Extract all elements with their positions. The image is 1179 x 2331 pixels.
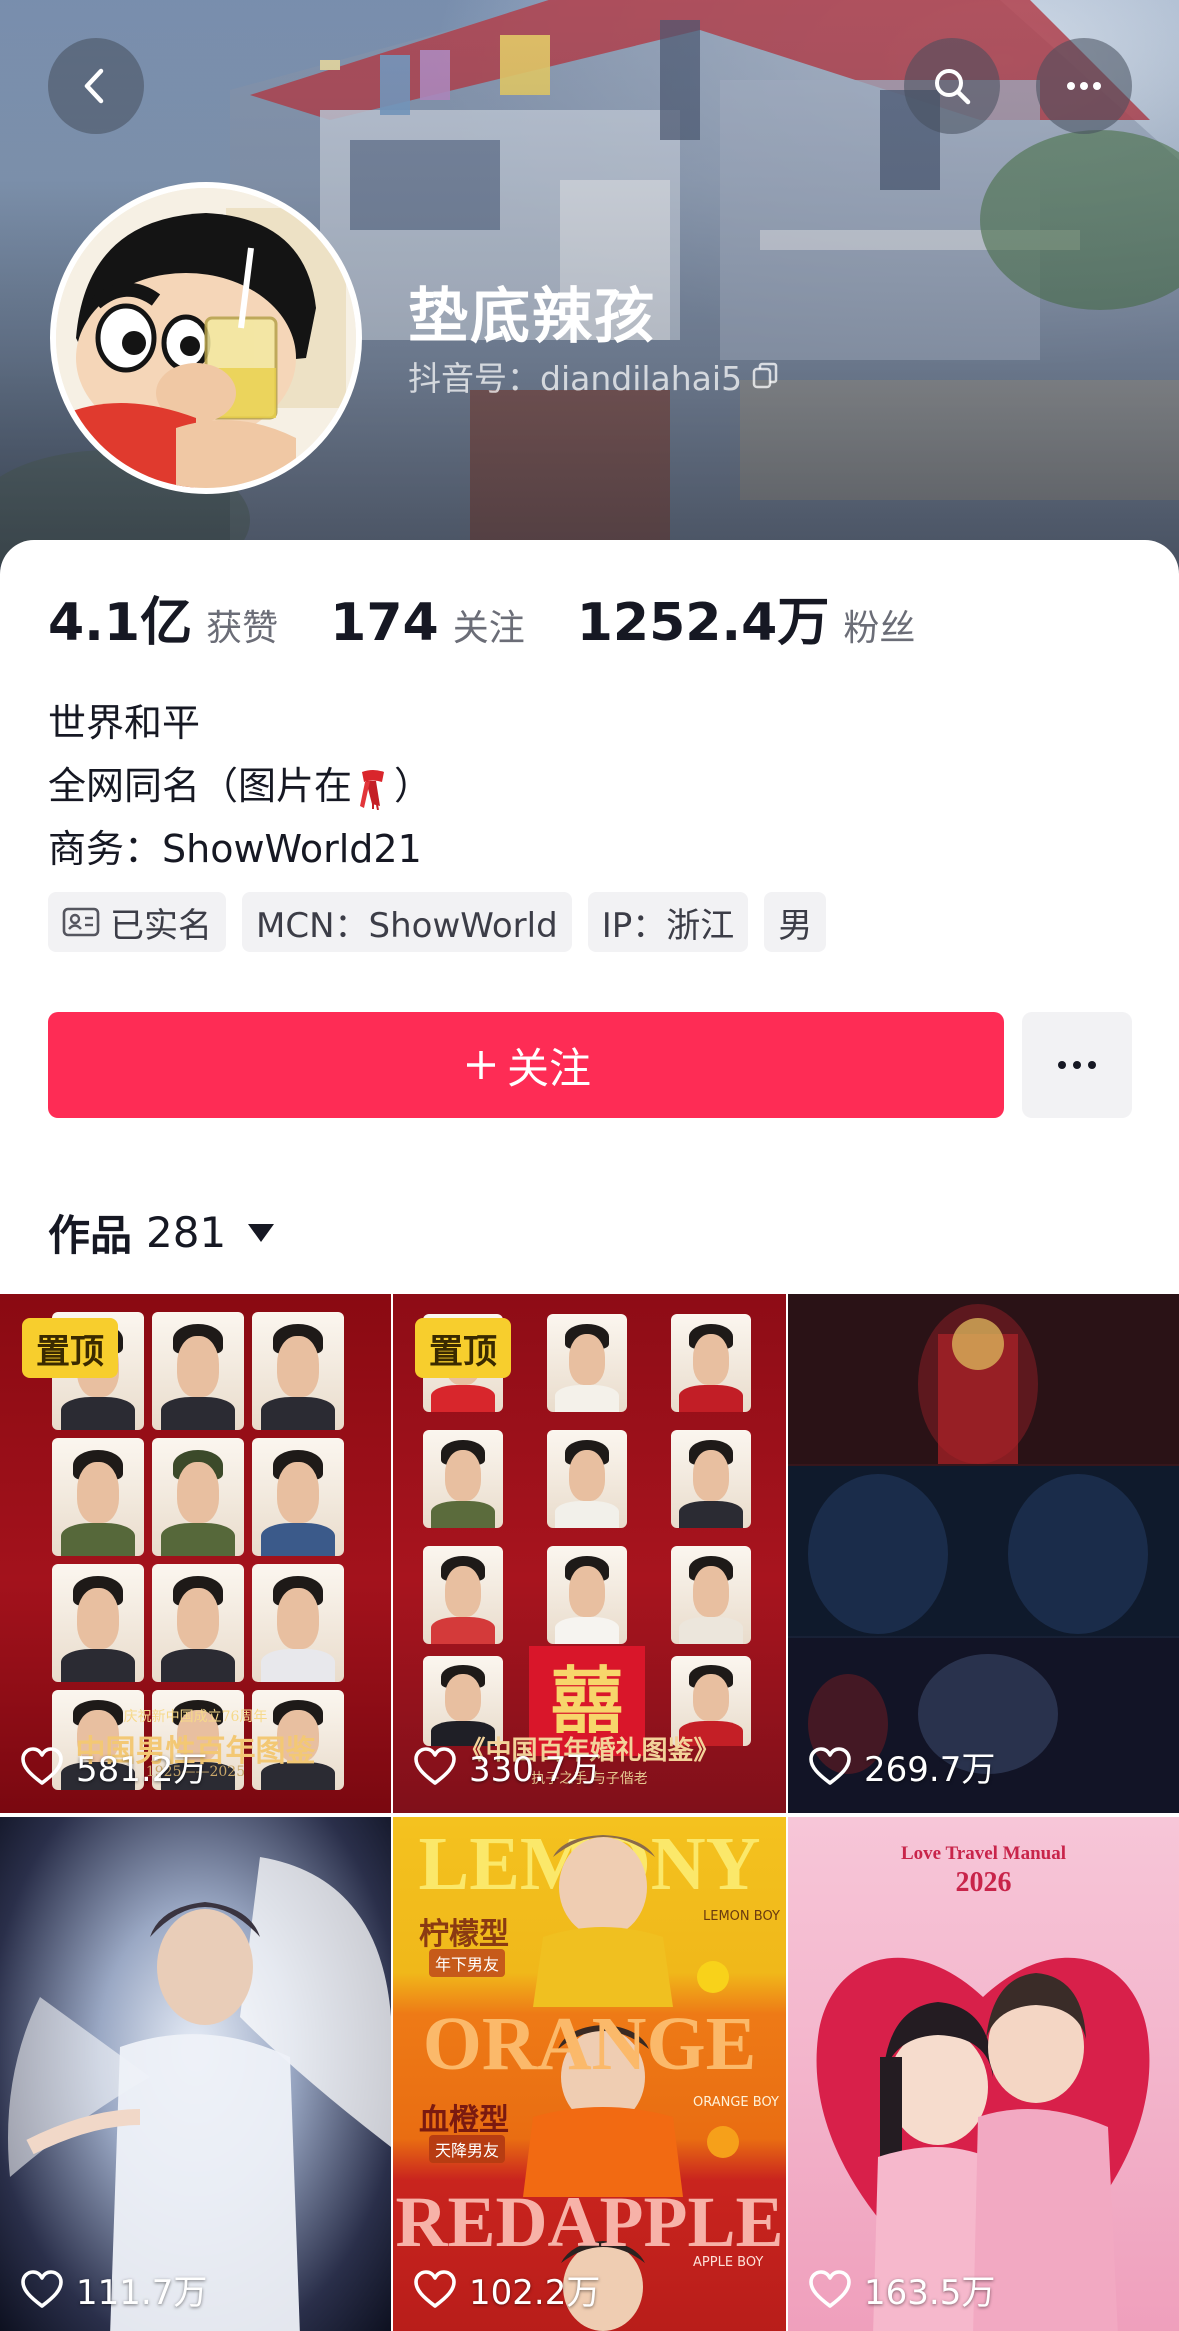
video-item[interactable]: 111.7万 bbox=[0, 1817, 391, 2331]
tag-label: MCN：ShowWorld bbox=[256, 905, 558, 946]
video-overlay-text: ORANGE BOY bbox=[693, 2095, 779, 2110]
video-item[interactable]: Love Travel Manual 2026 163.5万 bbox=[788, 1817, 1179, 2331]
pinned-badge: 置顶 bbox=[415, 1318, 511, 1378]
douyin-id-text: 抖音号：diandilahai5 bbox=[408, 359, 743, 398]
stat-likes[interactable]: 4.1亿 获赞 bbox=[48, 580, 278, 655]
tag-label: 已实名 bbox=[110, 905, 212, 946]
tag-label: IP：浙江 bbox=[601, 905, 735, 946]
heart-icon bbox=[809, 2269, 851, 2308]
video-likes: 330.7万 bbox=[413, 1742, 600, 1791]
likes-count: 269.7万 bbox=[864, 1750, 996, 1790]
video-overlay-text: REDAPPLE bbox=[395, 2182, 784, 2262]
video-item[interactable]: 庆祝新中国成立76周年 中国男性百年图鉴 1925——2025 置顶 581.2… bbox=[0, 1294, 391, 1813]
follow-button-label: 关注 bbox=[506, 1043, 591, 1093]
likes-count: 102.2万 bbox=[469, 2273, 601, 2313]
ellipsis-icon bbox=[1058, 1061, 1096, 1069]
stat-label: 获赞 bbox=[206, 608, 279, 649]
works-tab-label: 作品 bbox=[48, 1211, 133, 1260]
video-item[interactable]: 269.7万 bbox=[788, 1294, 1179, 1813]
video-overlay-text: APPLE BOY bbox=[693, 2255, 764, 2270]
stat-value: 1252.4万 bbox=[576, 593, 830, 653]
stat-followers[interactable]: 1252.4万 粉丝 bbox=[577, 580, 916, 655]
works-tab[interactable]: 作品 281 bbox=[48, 1202, 275, 1263]
stat-label: 关注 bbox=[452, 608, 525, 649]
tag-label: 男 bbox=[778, 905, 813, 946]
avatar[interactable] bbox=[50, 182, 362, 494]
bio-text: ） bbox=[394, 764, 433, 808]
copy-icon[interactable] bbox=[750, 361, 780, 391]
ellipsis-icon bbox=[1067, 82, 1101, 90]
back-button[interactable] bbox=[48, 38, 144, 134]
bio-line: 全网同名（图片在 ） bbox=[48, 755, 432, 818]
tag-ip[interactable]: IP：浙江 bbox=[587, 892, 749, 952]
bio: 世界和平 全网同名（图片在 ） 商务：ShowWorld21 bbox=[48, 692, 432, 881]
video-likes: 581.2万 bbox=[20, 1742, 207, 1791]
heart-icon bbox=[21, 1746, 63, 1785]
stats-row: 4.1亿 获赞 174 关注 1252.4万 粉丝 bbox=[48, 580, 967, 655]
stat-value: 174 bbox=[330, 593, 439, 653]
likes-count: 111.7万 bbox=[76, 2273, 208, 2313]
likes-count: 581.2万 bbox=[76, 1750, 208, 1790]
bio-line: 商务：ShowWorld21 bbox=[48, 827, 422, 871]
video-caption: 庆祝新中国成立76周年 bbox=[123, 1709, 268, 1725]
video-thumbnail-image bbox=[788, 1294, 1179, 1813]
bio-line: 世界和平 bbox=[48, 701, 201, 745]
tag-verified[interactable]: 已实名 bbox=[48, 892, 226, 952]
search-icon bbox=[935, 69, 971, 105]
video-overlay-text: ORANGE bbox=[422, 2002, 757, 2086]
chevron-left-icon bbox=[84, 68, 104, 104]
nickname: 垫底辣孩 bbox=[408, 282, 656, 352]
id-card-icon bbox=[62, 907, 100, 937]
video-likes: 102.2万 bbox=[413, 2265, 600, 2314]
works-count: 281 bbox=[146, 1208, 227, 1257]
plus-icon bbox=[466, 1051, 495, 1079]
bio-text: 全网同名（图片在 bbox=[48, 764, 353, 808]
video-thumbnail-image bbox=[8, 1857, 391, 2331]
heart-icon bbox=[21, 2269, 63, 2308]
stat-label: 粉丝 bbox=[843, 608, 916, 649]
stat-following[interactable]: 174 关注 bbox=[330, 593, 525, 653]
scarf-emoji-icon bbox=[360, 769, 385, 810]
likes-count: 163.5万 bbox=[864, 2273, 996, 2313]
video-thumbnail-image bbox=[816, 1957, 1150, 2331]
avatar-cartoon-image bbox=[56, 188, 356, 488]
follow-more-button[interactable] bbox=[1022, 1012, 1132, 1118]
search-button[interactable] bbox=[904, 38, 1000, 134]
video-likes: 111.7万 bbox=[20, 2265, 207, 2314]
pinned-badge: 置顶 bbox=[22, 1318, 118, 1378]
follow-button[interactable]: 关注 bbox=[48, 1012, 1004, 1118]
tag-gender[interactable]: 男 bbox=[764, 892, 827, 952]
tag-mcn[interactable]: MCN：ShowWorld bbox=[242, 892, 572, 952]
douyin-id[interactable]: 抖音号：diandilahai5 bbox=[408, 352, 780, 400]
heart-icon bbox=[809, 1746, 851, 1785]
video-likes: 163.5万 bbox=[808, 2265, 995, 2314]
video-overlay-text: 血橙型 bbox=[419, 2103, 509, 2138]
heart-icon bbox=[414, 2269, 456, 2308]
video-item[interactable]: LEMONY 柠檬型 年下男友 LEMON BOY ORANGE 血橙型 天降男… bbox=[393, 1817, 786, 2331]
more-options-button[interactable] bbox=[1036, 38, 1132, 134]
video-overlay-text: 天降男友 bbox=[429, 2135, 506, 2163]
heart-icon bbox=[414, 1746, 456, 1785]
stat-value: 4.1亿 bbox=[48, 593, 193, 653]
video-likes: 269.7万 bbox=[808, 1742, 995, 1791]
caret-down-icon bbox=[248, 1223, 275, 1242]
likes-count: 330.7万 bbox=[469, 1750, 601, 1790]
profile-tags: 已实名 MCN：ShowWorld IP：浙江 男 bbox=[48, 892, 827, 952]
video-item[interactable]: 囍 《中国百年婚礼图鉴》 执子之手 与子偕老 置顶 330.7万 bbox=[393, 1294, 786, 1813]
video-grid: 庆祝新中国成立76周年 中国男性百年图鉴 1925——2025 置顶 581.2… bbox=[0, 1294, 1179, 2331]
